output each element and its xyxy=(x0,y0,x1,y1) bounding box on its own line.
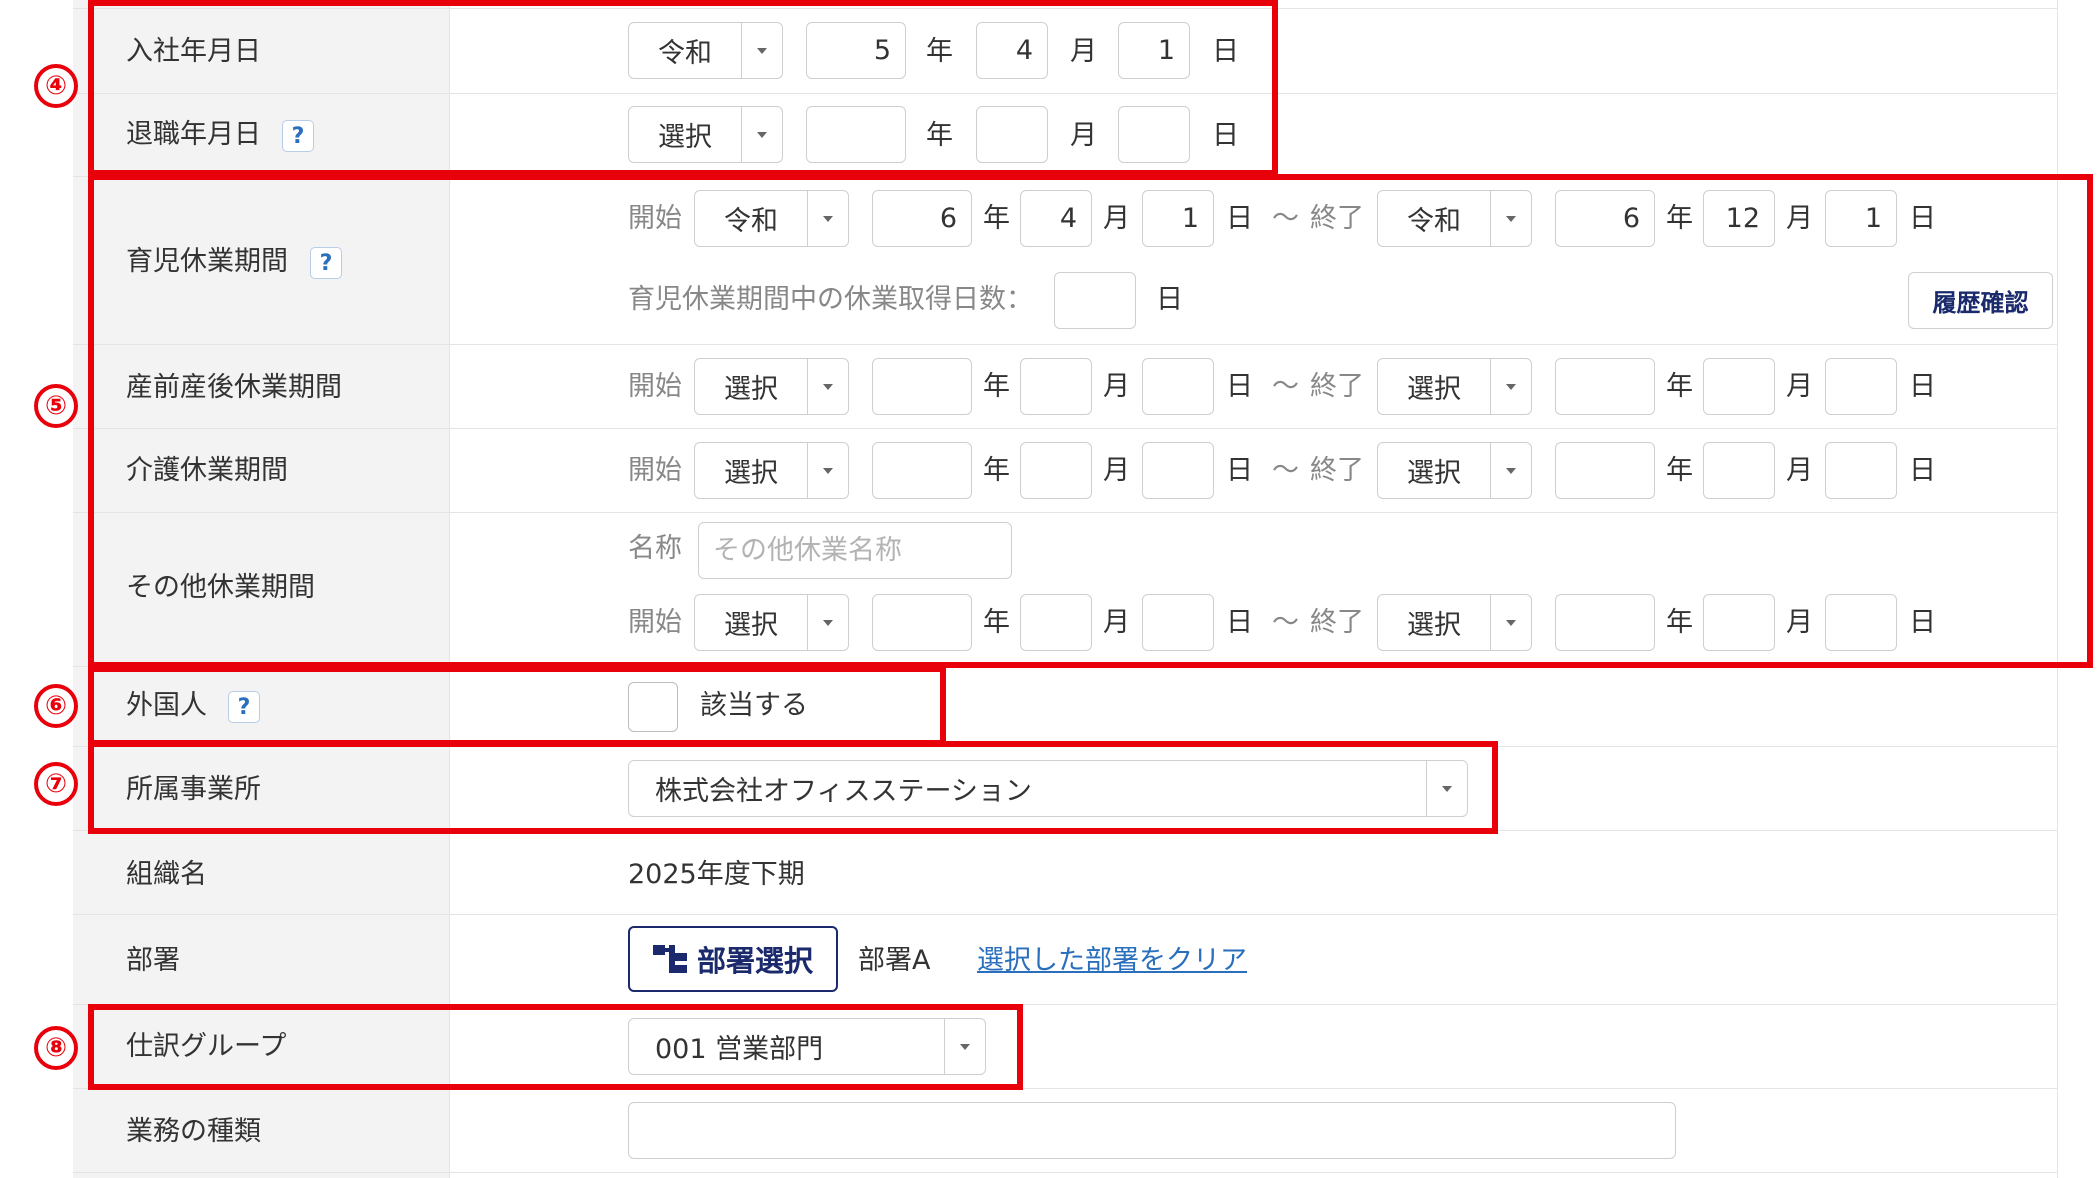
annotation-box-7 xyxy=(88,741,1498,834)
annotation-badge-4: ④ xyxy=(34,64,78,108)
org-chart-icon xyxy=(652,945,687,973)
annotation-box-8 xyxy=(88,1004,1023,1090)
organization-value: 2025年度下期 xyxy=(628,859,805,890)
department-label: 部署 xyxy=(126,945,180,976)
clear-department-link[interactable]: 選択した部署をクリア xyxy=(977,947,1247,974)
row-divider xyxy=(73,1172,2058,1173)
annotation-box-5 xyxy=(88,174,2093,668)
department-select-button-label: 部署選択 xyxy=(696,944,813,978)
job-type-label: 業務の種類 xyxy=(126,1116,261,1147)
annotation-badge-5: ⑤ xyxy=(34,384,78,428)
row-divider xyxy=(73,914,2058,915)
department-value: 部署A xyxy=(858,945,931,976)
annotation-box-4 xyxy=(88,0,1278,176)
department-select-button[interactable]: 部署選択 xyxy=(628,926,838,992)
annotation-badge-6: ⑥ xyxy=(34,684,78,728)
annotation-badge-8: ⑧ xyxy=(34,1026,78,1070)
annotation-badge-7: ⑦ xyxy=(34,762,78,806)
annotation-box-6 xyxy=(88,666,946,746)
job-type-input[interactable] xyxy=(628,1102,1676,1159)
organization-label: 組織名 xyxy=(126,859,207,890)
